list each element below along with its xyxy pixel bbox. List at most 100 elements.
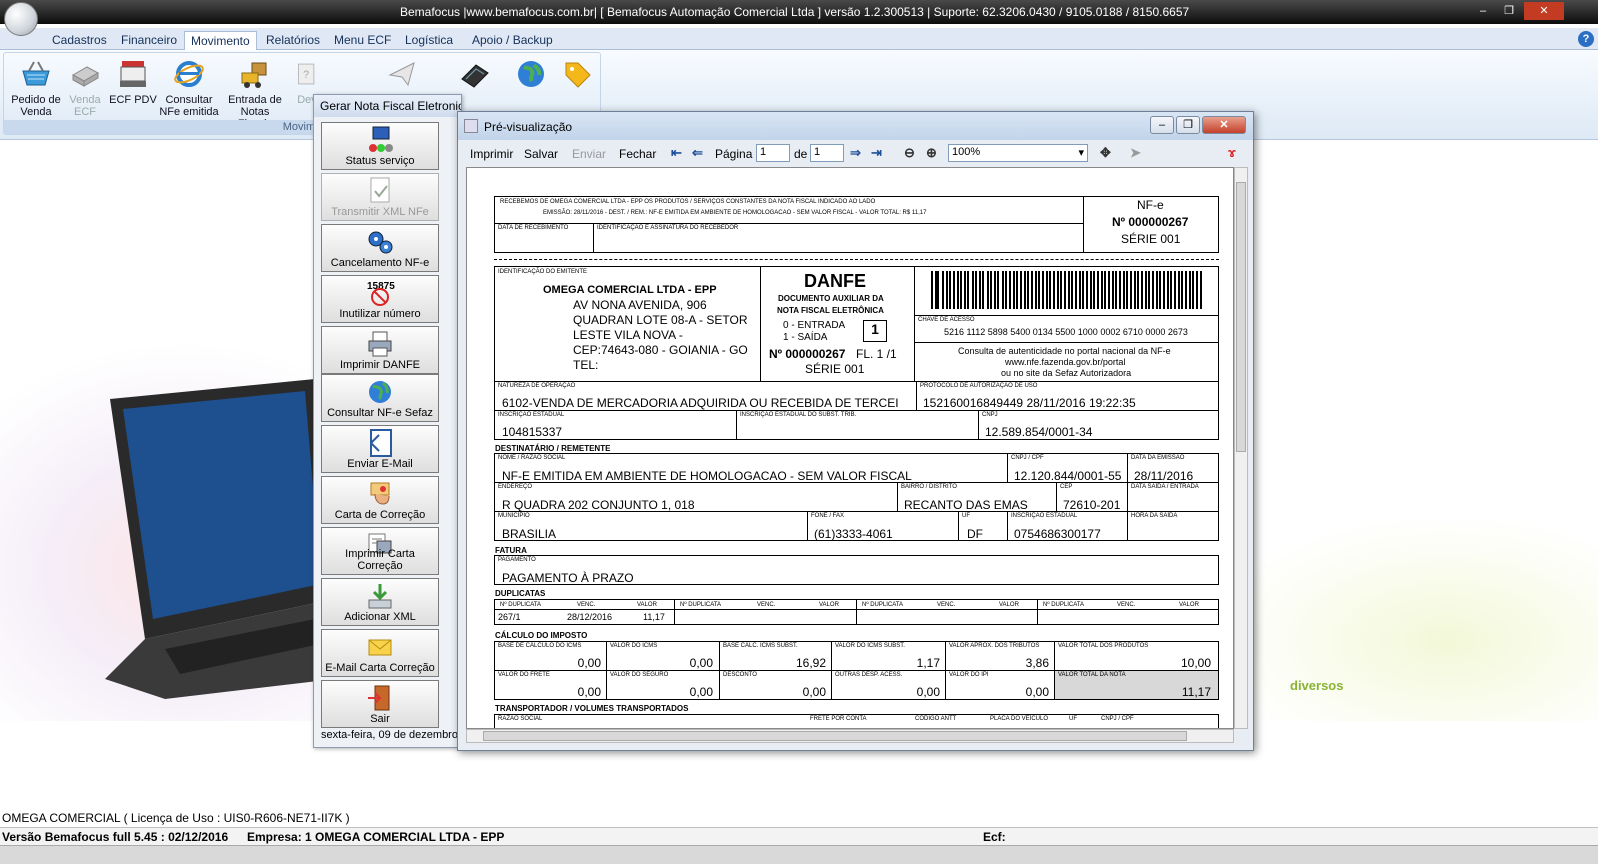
horizontal-scroll-thumb[interactable] xyxy=(483,731,1187,741)
prev-page-icon[interactable]: ⇐ xyxy=(692,145,703,161)
dup-venc: 28/12/2016 xyxy=(567,612,613,622)
consultar-nfe-sefaz-button[interactable]: Consultar NF-e Sefaz xyxy=(321,374,439,422)
envelope-icon xyxy=(368,639,392,656)
dup-valor: 11,17 xyxy=(643,612,665,622)
horizontal-scrollbar[interactable] xyxy=(466,729,1234,743)
venda-ecf-button[interactable]: Venda ECF xyxy=(64,57,106,118)
cash-register-icon xyxy=(120,61,146,87)
maximize-button[interactable]: ❐ xyxy=(1496,2,1522,20)
fechar-button[interactable]: Fechar xyxy=(619,147,656,161)
dup-col-divider xyxy=(674,599,675,625)
zoom-in-icon[interactable]: ⊕ xyxy=(926,145,937,161)
imprimir-carta-correcao-button[interactable]: Imprimir Carta Correção xyxy=(321,527,439,575)
tab-financeiro[interactable]: Financeiro xyxy=(121,31,177,50)
danfe-document: RECEBEMOS DE OMEGA COMERCIAL LTDA - EPP … xyxy=(466,167,1234,729)
page-input[interactable]: 1 xyxy=(756,144,790,162)
emitente-end2: QUADRAN LOTE 08-A - SETOR xyxy=(573,313,748,327)
calc-value: 1,17 xyxy=(916,656,940,670)
ident-assin-label: IDENTIFICAÇÃO E ASSINATURA DO RECEBEDOR xyxy=(597,225,739,231)
tab-apoio-backup[interactable]: Apoio / Backup xyxy=(472,31,553,50)
dup-header: VALOR xyxy=(819,602,839,608)
pointer-icon[interactable]: ➤ xyxy=(1130,145,1141,161)
vertical-scroll-thumb[interactable] xyxy=(1236,182,1246,452)
calc-title: CÁLCULO DO IMPOSTO xyxy=(495,631,588,640)
preview-maximize-button[interactable]: ❐ xyxy=(1176,116,1200,134)
pedido-de-venda-button[interactable]: Pedido de Venda xyxy=(8,57,64,118)
calc-label: VALOR DO ICMS SUBST. xyxy=(835,643,905,649)
help-icon[interactable]: ? xyxy=(1578,31,1594,47)
data-receb-label: DATA DE RECEBIMENTO xyxy=(498,225,569,231)
tab-movimento[interactable]: Movimento xyxy=(184,31,257,50)
danfe-title: DANFE xyxy=(804,271,866,291)
status-servico-button[interactable]: Status serviço xyxy=(321,122,439,170)
background-swirl-right xyxy=(1220,521,1598,721)
calc-label: OUTRAS DESP. ACESS. xyxy=(835,672,903,678)
ecf-pdv-button[interactable]: ECF PDV xyxy=(108,57,158,106)
scanner-icon[interactable] xyxy=(458,57,492,91)
imprimir-danfe-button[interactable]: Imprimir DANFE xyxy=(321,326,439,374)
last-page-icon[interactable]: ⇥ xyxy=(871,145,882,161)
gears-icon xyxy=(368,231,393,254)
vertical-scrollbar[interactable] xyxy=(1234,167,1248,729)
calc-label: VALOR APROX. DOS TRIBUTOS xyxy=(949,643,1040,649)
de-label: de xyxy=(794,147,808,161)
tab-logistica[interactable]: Logística xyxy=(405,31,453,50)
zoom-out-icon[interactable]: ⊖ xyxy=(904,145,915,161)
adicionar-xml-button[interactable]: Adicionar XML xyxy=(321,578,439,626)
globe-icon xyxy=(369,381,391,403)
gerar-button-label: Imprimir Carta Correção xyxy=(345,548,415,572)
cancelamento-nfe-button[interactable]: Cancelamento NF-e xyxy=(321,224,439,272)
calc-label: DESCONTO xyxy=(723,672,757,678)
status-versao: Versão Bemafocus full 5.45 : 02/12/2016 xyxy=(2,830,229,844)
enviar-email-button[interactable]: Enviar E-Mail xyxy=(321,425,439,473)
globe-icon[interactable] xyxy=(514,57,548,91)
bairro-value: RECANTO DAS EMAS xyxy=(904,498,1028,512)
emitente-end3: LESTE VILA NOVA - xyxy=(573,328,683,342)
ribbon-label: Consultar NFe emitida xyxy=(159,94,219,118)
next-page-icon[interactable]: ⇒ xyxy=(850,145,861,161)
demissao-value: 28/11/2016 xyxy=(1134,469,1194,483)
status-ecf: Ecf: xyxy=(983,830,1006,844)
close-button[interactable]: ✕ xyxy=(1524,2,1564,20)
nfe-numero: Nº 000000267 xyxy=(1112,215,1189,229)
calc-label: VALOR DO ICMS xyxy=(610,643,658,649)
calc-label: VALOR DO IPI xyxy=(949,672,989,678)
enviar-button[interactable]: Enviar xyxy=(572,147,606,161)
uf-value: DF xyxy=(967,527,983,541)
forklift-icon xyxy=(241,62,267,88)
tab-relatorios[interactable]: Relatórios xyxy=(266,31,320,50)
dsaida-label: DATA SAÍDA / ENTRADA xyxy=(1131,484,1199,490)
sair-button[interactable]: Sair xyxy=(321,680,439,728)
transp-label: RAZÃO SOCIAL xyxy=(498,716,543,722)
move-icon[interactable]: ✥ xyxy=(1100,145,1111,161)
minimize-button[interactable]: – xyxy=(1470,2,1496,20)
transmitir-xml-nfe-button[interactable]: Transmitir XML NFe xyxy=(321,173,439,221)
inutilizar-numero-button[interactable]: 158753 Inutilizar número xyxy=(321,275,439,323)
total-pages: 1 xyxy=(810,144,844,162)
pagamento-value: PAGAMENTO À PRAZO xyxy=(502,571,634,585)
preview-minimize-button[interactable]: – xyxy=(1150,116,1174,134)
zoom-select[interactable]: 100% ▾ xyxy=(948,144,1088,162)
app-menu-orb-icon[interactable] xyxy=(4,2,38,36)
paper-plane-icon[interactable] xyxy=(386,57,420,91)
first-page-icon[interactable]: ⇤ xyxy=(671,145,682,161)
imprimir-button[interactable]: Imprimir xyxy=(470,147,513,161)
preview-close-button[interactable]: ✕ xyxy=(1202,116,1246,134)
gerar-button-label: Consultar NF-e Sefaz xyxy=(327,407,433,419)
pagina-label: Página xyxy=(715,147,753,161)
dup-header: VENC. xyxy=(1117,602,1136,608)
gerar-button-label: Sair xyxy=(370,713,390,725)
natureza-value: 6102-VENDA DE MERCADORIA ADQUIRIDA OU RE… xyxy=(502,396,899,410)
tab-cadastros[interactable]: Cadastros xyxy=(52,31,107,50)
email-carta-correcao-button[interactable]: E-Mail Carta Correção xyxy=(321,629,439,677)
carta-de-correcao-button[interactable]: Carta de Correção xyxy=(321,476,439,524)
salvar-button[interactable]: Salvar xyxy=(524,147,558,161)
tag-icon[interactable] xyxy=(560,57,594,91)
nome-value: NF-E EMITIDA EM AMBIENTE DE HOMOLOGACAO … xyxy=(502,469,912,483)
dup-header: VENC. xyxy=(937,602,956,608)
consulta-line-3: ou no site da Sefaz Autorizadora xyxy=(1001,368,1132,378)
tab-menu-ecf[interactable]: Menu ECF xyxy=(334,31,391,50)
dup-header: Nº DUPLICATA xyxy=(1043,602,1084,608)
consultar-nfe-emitida-button[interactable]: Consultar NFe emitida xyxy=(158,57,220,118)
calc-value: 0,00 xyxy=(689,656,713,670)
